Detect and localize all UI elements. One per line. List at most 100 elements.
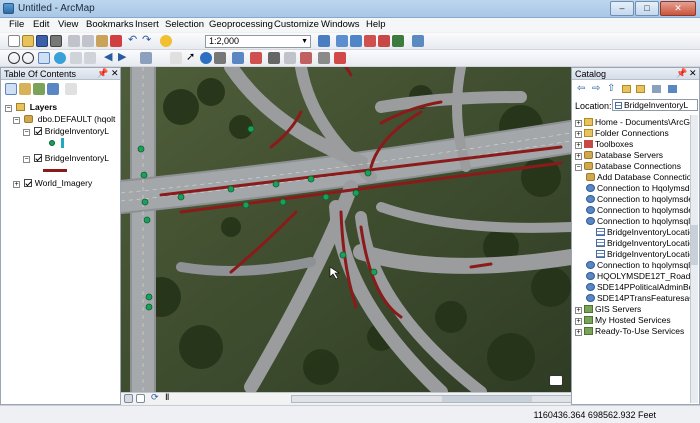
catalog-item-folder-connections[interactable]: + Folder Connections (575, 128, 669, 138)
close-icon[interactable]: ✕ (111, 68, 119, 79)
list-by-selection-icon[interactable] (47, 83, 59, 95)
close-icon[interactable]: ✕ (689, 68, 697, 79)
collapse-icon[interactable]: − (23, 129, 30, 136)
toc-layer-points[interactable]: − BridgeInventoryL (23, 126, 109, 136)
line-symbol[interactable] (43, 166, 67, 176)
minimize-button[interactable]: – (610, 1, 634, 16)
collapse-icon[interactable]: − (13, 117, 20, 124)
add-data-icon[interactable] (160, 35, 172, 47)
overview-toggle-icon[interactable] (549, 375, 563, 386)
search-window-icon[interactable] (364, 35, 376, 47)
expand-icon[interactable]: + (13, 181, 20, 188)
catalog-item-home[interactable]: + Home - Documents\ArcGIS (575, 117, 691, 127)
fixed-zoom-out-icon[interactable] (84, 52, 96, 64)
measure-icon[interactable] (250, 52, 262, 64)
views-icon[interactable] (652, 85, 661, 93)
editor-toolbar-icon[interactable] (318, 35, 330, 47)
collapse-icon[interactable]: − (5, 105, 12, 112)
forward-arrow-icon[interactable]: ⇨ (592, 83, 600, 94)
open-icon[interactable] (22, 35, 34, 47)
clear-selection-icon[interactable] (170, 52, 182, 64)
redo-icon[interactable]: ↷ (142, 35, 154, 47)
html-popup-icon[interactable] (284, 52, 296, 64)
catalog-item-table[interactable]: BridgeInventoryLocatio (596, 227, 691, 237)
pin-icon[interactable]: 📌 (676, 68, 687, 79)
model-builder-icon[interactable] (412, 35, 424, 47)
save-icon[interactable] (36, 35, 48, 47)
up-one-level-icon[interactable]: ⇧ (607, 83, 615, 94)
catalog-item-database-servers[interactable]: + Database Servers (575, 150, 663, 160)
copy-icon[interactable] (82, 35, 94, 47)
point-symbol[interactable] (49, 138, 65, 148)
arctoolbox-icon[interactable] (378, 35, 390, 47)
layer-visibility-checkbox[interactable] (24, 179, 33, 187)
list-by-drawing-order-icon[interactable] (5, 83, 17, 95)
toc-options-icon[interactable] (65, 83, 77, 95)
menu-insert[interactable]: Insert (135, 19, 159, 30)
toc-layer-lines[interactable]: − BridgeInventoryL (23, 153, 109, 163)
undo-icon[interactable]: ↶ (128, 35, 140, 47)
fixed-zoom-in-icon[interactable] (70, 52, 82, 64)
select-features-icon[interactable] (140, 52, 152, 64)
group-layer-row[interactable]: − dbo.DEFAULT (hqolt (13, 114, 115, 124)
catalog-item-table[interactable]: BridgeInventoryLocatio (596, 238, 691, 248)
catalog-item-ready-services[interactable]: + Ready-To-Use Services (575, 326, 684, 336)
forward-extent-icon[interactable]: ▶ (118, 52, 130, 64)
paste-icon[interactable] (96, 35, 108, 47)
menu-geoprocessing[interactable]: Geoprocessing (209, 19, 273, 30)
menu-edit[interactable]: Edit (33, 19, 49, 30)
identify-icon[interactable] (200, 52, 212, 64)
menu-bookmarks[interactable]: Bookmarks (86, 19, 134, 30)
toc-layer-imagery[interactable]: + World_Imagery (13, 178, 92, 188)
cut-icon[interactable] (68, 35, 80, 47)
maximize-button[interactable]: □ (635, 1, 659, 16)
menu-view[interactable]: View (58, 19, 78, 30)
pin-icon[interactable]: 📌 (97, 68, 108, 79)
layer-visibility-checkbox[interactable] (34, 127, 43, 135)
map-scale-dropdown[interactable]: 1:2,000 ▼ (205, 35, 311, 48)
expand-icon[interactable]: + (575, 318, 582, 325)
catalog-item-connection-expanded[interactable]: Connection to hqolymsql14 (586, 216, 691, 226)
new-document-icon[interactable] (8, 35, 20, 47)
list-by-source-icon[interactable] (19, 83, 31, 95)
menu-help[interactable]: Help (366, 19, 386, 30)
python-window-icon[interactable] (392, 35, 404, 47)
hyperlink-icon[interactable] (268, 52, 280, 64)
delete-icon[interactable] (110, 35, 122, 47)
catalog-item-connection[interactable]: Connection to Hqolymsde1 (586, 183, 691, 193)
layers-row[interactable]: − Layers (5, 102, 57, 112)
zoom-out-icon[interactable] (22, 52, 34, 64)
catalog-item-connection[interactable]: HQOLYMSDE12T_RoadsAnd (586, 271, 691, 281)
scrollbar-thumb[interactable] (442, 396, 532, 402)
layer-visibility-checkbox[interactable] (34, 154, 43, 162)
catalog-item-connection[interactable]: Connection to hqolymsde1 (586, 194, 691, 204)
print-icon[interactable] (50, 35, 62, 47)
catalog-item-add-connection[interactable]: Add Database Connection (586, 172, 691, 182)
zoom-in-icon[interactable] (8, 52, 20, 64)
home-folder-icon[interactable] (622, 85, 631, 93)
list-by-visibility-icon[interactable] (33, 83, 45, 95)
catalog-item-gis-servers[interactable]: + GIS Servers (575, 304, 641, 314)
expand-icon[interactable]: + (575, 307, 582, 314)
find-icon[interactable] (214, 52, 226, 64)
collapse-icon[interactable]: − (23, 156, 30, 163)
menu-file[interactable]: File (9, 19, 24, 30)
catalog-item-connection[interactable]: Connection to hqolymsde1 (586, 205, 691, 215)
menu-customize[interactable]: Customize (274, 19, 319, 30)
refresh-icon[interactable]: ⟳ (151, 393, 160, 403)
time-slider-icon[interactable] (300, 52, 312, 64)
catalog-item-hosted-services[interactable]: + My Hosted Services (575, 315, 671, 325)
expand-icon[interactable]: + (575, 329, 582, 336)
layout-view-icon[interactable] (136, 394, 145, 403)
menu-windows[interactable]: Windows (321, 19, 360, 30)
catalog-item-toolboxes[interactable]: + Toolboxes (575, 139, 633, 149)
catalog-window-icon[interactable] (350, 35, 362, 47)
back-arrow-icon[interactable]: ⇦ (577, 83, 585, 94)
go-to-xy-icon[interactable] (232, 52, 244, 64)
catalog-item-connection[interactable]: SDE14PPoliticalAdminBoun (586, 282, 691, 292)
map-view[interactable] (121, 67, 571, 392)
expand-icon[interactable]: + (575, 131, 582, 138)
location-combobox[interactable]: BridgeInventoryL (612, 99, 698, 111)
expand-icon[interactable]: + (575, 142, 582, 149)
menu-selection[interactable]: Selection (165, 19, 204, 30)
